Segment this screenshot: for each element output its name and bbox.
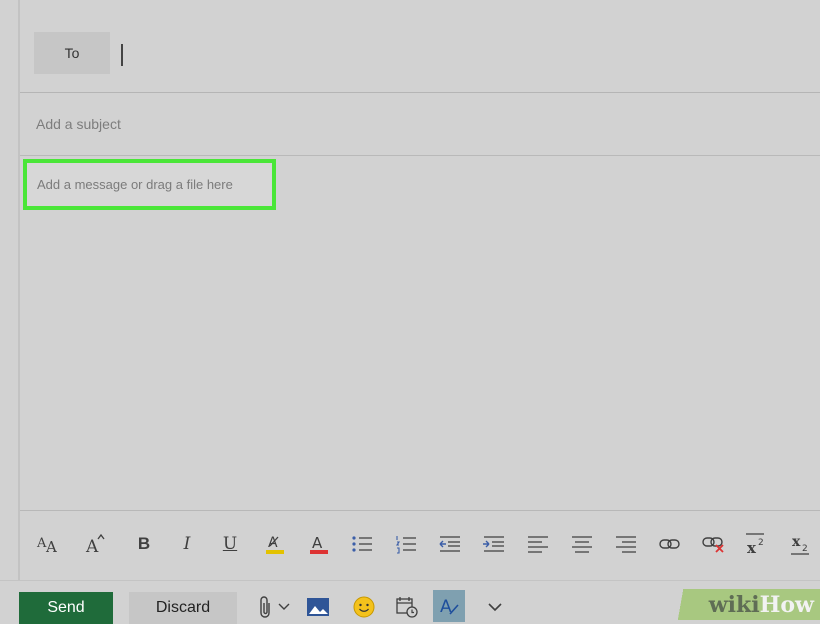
body-highlight-box[interactable]: Add a message or drag a file here bbox=[23, 159, 276, 210]
message-body[interactable]: Add a message or drag a file here bbox=[20, 156, 820, 511]
watermark-how: How bbox=[759, 591, 814, 618]
svg-text:x: x bbox=[747, 539, 757, 556]
font-color-icon[interactable]: A bbox=[304, 529, 334, 559]
body-placeholder: Add a message or drag a file here bbox=[37, 177, 233, 192]
insert-picture-icon[interactable] bbox=[305, 593, 331, 621]
compose-window: To Add a message or drag a file here AA … bbox=[0, 0, 820, 624]
to-button[interactable]: To bbox=[34, 32, 110, 74]
numbering-icon[interactable] bbox=[391, 529, 421, 559]
bold-icon[interactable]: B bbox=[129, 529, 159, 559]
bullets-icon[interactable] bbox=[347, 529, 377, 559]
svg-text:A: A bbox=[312, 534, 323, 552]
schedule-icon[interactable] bbox=[394, 593, 420, 621]
highlight-icon[interactable]: A bbox=[260, 529, 290, 559]
attach-icon[interactable] bbox=[257, 593, 275, 621]
to-row: To bbox=[20, 8, 820, 93]
grow-font-icon[interactable]: A bbox=[80, 529, 110, 559]
subject-row bbox=[20, 93, 820, 156]
font-size-icon[interactable]: AA bbox=[34, 529, 64, 559]
svg-text:2: 2 bbox=[802, 544, 808, 554]
editor-icon[interactable]: A bbox=[433, 590, 465, 622]
align-left-icon[interactable] bbox=[523, 529, 553, 559]
increase-indent-icon[interactable] bbox=[479, 529, 509, 559]
italic-icon[interactable]: I bbox=[172, 529, 202, 559]
subject-input[interactable] bbox=[34, 111, 738, 137]
svg-text:2: 2 bbox=[758, 538, 764, 548]
watermark-wiki: wiki bbox=[708, 591, 760, 618]
send-button[interactable]: Send bbox=[19, 592, 113, 624]
format-toolbar: AA A B I U A A bbox=[20, 525, 820, 565]
svg-text:x: x bbox=[792, 534, 801, 550]
emoji-icon[interactable] bbox=[351, 593, 377, 621]
decrease-indent-icon[interactable] bbox=[435, 529, 465, 559]
svg-text:A: A bbox=[85, 537, 99, 555]
link-icon[interactable] bbox=[655, 529, 685, 559]
align-center-icon[interactable] bbox=[567, 529, 597, 559]
wikihow-watermark: wiki How bbox=[665, 589, 820, 620]
align-right-icon[interactable] bbox=[611, 529, 641, 559]
chevron-down-icon[interactable] bbox=[277, 593, 291, 621]
svg-text:A: A bbox=[45, 538, 57, 555]
superscript-icon[interactable]: x2 bbox=[743, 529, 773, 559]
discard-button[interactable]: Discard bbox=[129, 592, 237, 624]
subscript-icon[interactable]: x2 bbox=[787, 529, 817, 559]
underline-icon[interactable]: U bbox=[215, 529, 245, 559]
remove-link-icon[interactable] bbox=[699, 529, 729, 559]
text-cursor bbox=[121, 44, 123, 66]
more-options-chevron-icon[interactable] bbox=[487, 593, 503, 621]
